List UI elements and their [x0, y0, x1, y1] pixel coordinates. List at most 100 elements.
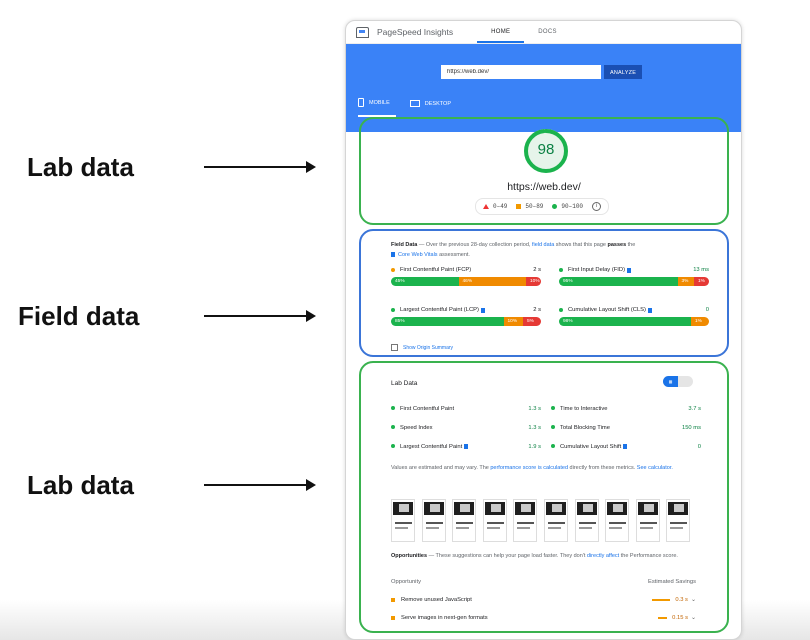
metrics-view-toggle[interactable]: ▦: [663, 376, 693, 387]
green-dot-icon: [551, 444, 555, 449]
filmstrip-frame: [666, 499, 691, 542]
directly-affect-link[interactable]: directly affect: [587, 553, 619, 559]
filmstrip-frame: [391, 499, 415, 542]
metric-name: Time to Interactive: [560, 406, 608, 412]
metric-value: 1.3 s: [528, 425, 541, 431]
filmstrip-frame: [543, 499, 568, 542]
field-metric-fid[interactable]: First Input Delay (FID) 13 ms 95% 3% 1%: [559, 267, 709, 286]
top-bar: PageSpeed Insights HOME DOCS: [346, 21, 741, 44]
legend-average: 50–89: [516, 203, 543, 210]
col-opportunity: Opportunity: [391, 579, 421, 585]
filmstrip-frame: [421, 499, 446, 542]
cwv-bookmark-icon: [391, 252, 395, 258]
grid-view-icon[interactable]: ▦: [663, 376, 678, 387]
field-metric-lcp[interactable]: Largest Contentful Paint (LCP) 2 s 85% 1…: [391, 307, 541, 326]
bar-good: 98%: [559, 317, 691, 326]
monitor-icon: [409, 100, 420, 107]
legend-good-label: 90–100: [561, 203, 584, 210]
metric-value: 0: [705, 307, 709, 313]
bar-average: 1%: [691, 317, 709, 326]
metric-name: Total Blocking Time: [560, 425, 610, 431]
metric-value: 2 s: [533, 307, 541, 313]
performance-score: 98: [537, 141, 555, 158]
orange-square-icon: [391, 615, 395, 620]
chevron-down-icon[interactable]: ⌄: [691, 614, 696, 621]
score-legend: 0–49 50–89 90–100 i: [475, 198, 610, 215]
chevron-down-icon[interactable]: ⌄: [691, 596, 696, 603]
cwv-bookmark-icon: [647, 307, 652, 313]
bar-average: 3%: [677, 277, 694, 286]
score-section: 98 https://web.dev/ 0–49 50–89 90–100 i: [359, 117, 729, 225]
savings-value: 0.15 s: [672, 614, 688, 621]
arrow-field-data: [204, 310, 316, 322]
field-metric-cls[interactable]: Cumulative Layout Shift (CLS) 0 98% 1%: [559, 307, 709, 326]
lab-metric-lcp: Largest Contentful Paint 1.9 s: [391, 444, 541, 450]
savings-bar: [658, 616, 668, 619]
filmstrip-frame: [605, 499, 630, 542]
cwv-bookmark-icon: [626, 267, 631, 273]
red-triangle-icon: [483, 204, 489, 209]
lab-data-note: Values are estimated and may vary. The p…: [391, 464, 691, 473]
cwv-bookmark-icon: [622, 444, 627, 449]
list-view-icon[interactable]: [678, 376, 693, 387]
metric-name: First Contentful Paint: [400, 406, 455, 412]
note-part: Values are estimated and may vary. The: [391, 465, 491, 471]
opportunity-name: Remove unused JavaScript: [401, 596, 472, 603]
green-dot-icon: [559, 308, 563, 312]
tab-desktop[interactable]: DESKTOP: [409, 98, 457, 117]
orange-square-icon: [391, 597, 395, 602]
opportunity-row[interactable]: Serve images in next-gen formats 0.15 s ⌄: [391, 614, 696, 621]
distribution-bar: 98% 1%: [559, 317, 709, 326]
green-dot-icon: [559, 268, 563, 272]
arrow-lab-data-bottom: [204, 479, 316, 491]
pagespeed-window: PageSpeed Insights HOME DOCS ANALYZE MOB…: [345, 20, 742, 640]
field-metric-fcp[interactable]: First Contentful Paint (FCP) 2 s 45% 46% …: [391, 267, 541, 286]
field-desc-part: the: [626, 242, 636, 248]
col-estimated-savings: Estimated Savings: [647, 579, 696, 585]
url-input[interactable]: [441, 65, 601, 79]
info-icon[interactable]: i: [592, 202, 602, 211]
green-dot-icon: [391, 425, 395, 429]
bar-good: 85%: [391, 317, 504, 326]
legend-average-label: 50–89: [525, 203, 544, 210]
see-calculator-link[interactable]: See calculator.: [637, 465, 673, 471]
metric-name: Largest Contentful Paint (LCP): [400, 307, 479, 313]
bar-poor: 5%: [523, 317, 541, 326]
field-desc-part: assessment.: [437, 252, 470, 258]
lab-metric-si: Speed Index 1.3 s: [391, 425, 541, 431]
opportunities-description: Opportunities — These suggestions can he…: [391, 551, 691, 561]
field-data-section: Field Data — Over the previous 28-day co…: [359, 229, 729, 357]
app-title: PageSpeed Insights: [377, 27, 454, 37]
show-origin-summary[interactable]: Show Origin Summary: [391, 344, 453, 351]
core-web-vitals-link[interactable]: Core Web Vitals: [398, 252, 438, 258]
green-dot-icon: [391, 308, 395, 312]
tab-mobile[interactable]: MOBILE: [358, 98, 396, 117]
opp-desc-part: — These suggestions can help your page l…: [427, 553, 587, 559]
opportunities-title: Opportunities: [391, 553, 428, 559]
origin-summary-checkbox[interactable]: [391, 344, 398, 351]
metric-name: Largest Contentful Paint: [400, 444, 463, 451]
cwv-bookmark-icon: [480, 307, 485, 313]
legend-poor-label: 0–49: [493, 203, 508, 210]
lab-metric-fcp: First Contentful Paint 1.3 s: [391, 406, 541, 412]
annotation-field-data: Field data: [18, 301, 140, 331]
field-data-description: Field Data — Over the previous 28-day co…: [391, 240, 691, 260]
metric-value: 1.9 s: [528, 444, 541, 451]
bar-average: 10%: [503, 317, 523, 326]
nav-home[interactable]: HOME: [477, 21, 525, 43]
performance-score-link[interactable]: performance score is calculated: [490, 465, 568, 471]
field-data-link[interactable]: field data: [532, 242, 554, 248]
lab-data-section: Lab Data ▦ First Contentful Paint 1.3 s T…: [359, 361, 729, 633]
analyze-button[interactable]: ANALYZE: [604, 65, 642, 79]
nav-docs[interactable]: DOCS: [524, 21, 571, 43]
bar-average: 46%: [458, 277, 526, 286]
bar-good: 45%: [391, 277, 459, 286]
distribution-bar: 45% 46% 10%: [391, 277, 541, 286]
metric-name: Cumulative Layout Shift (CLS): [568, 307, 646, 313]
pagespeed-logo-icon: [356, 26, 369, 38]
green-dot-icon: [391, 444, 395, 449]
green-dot-icon: [391, 406, 395, 410]
legend-poor: 0–49: [483, 203, 507, 210]
opportunity-row[interactable]: Remove unused JavaScript 0.3 s ⌄: [391, 596, 696, 603]
metric-value: 0: [697, 444, 701, 451]
